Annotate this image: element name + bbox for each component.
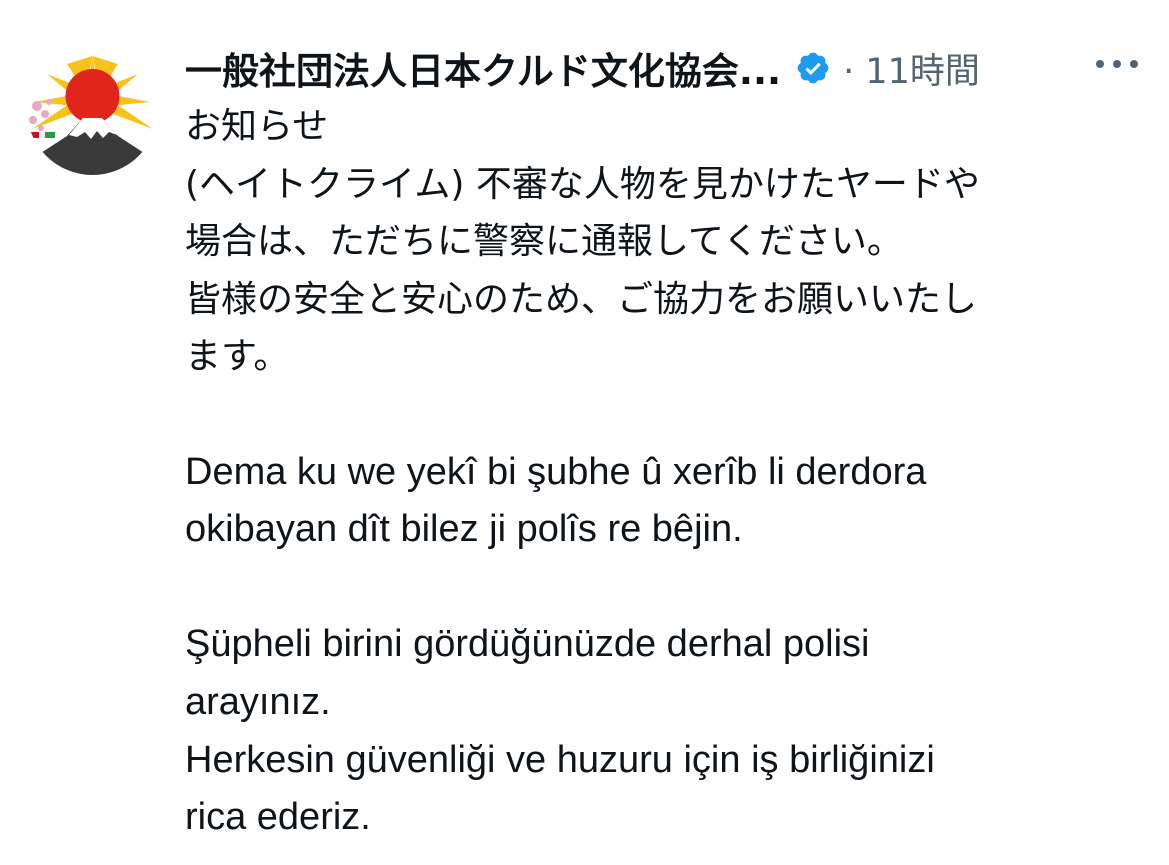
tweet-line: arayınız. bbox=[185, 680, 331, 723]
tweet-line: Herkesin güvenliği ve huzuru için iş bir… bbox=[185, 738, 935, 781]
tweet-line: Şüpheli birini gördüğünüzde derhal polis… bbox=[185, 623, 870, 666]
tweet-text: お知らせ (ヘイトクライム) 不審な人物を見かけたヤードや 場合は、ただちに警察… bbox=[185, 98, 1145, 847]
tweet-line: okibayan dît bilez ji polîs re bêjin. bbox=[185, 508, 743, 551]
author-avatar[interactable] bbox=[27, 44, 158, 175]
tweet-line: rica ederiz. bbox=[185, 796, 371, 839]
verified-badge-icon bbox=[795, 50, 831, 86]
tweet-header: 一般社団法人日本クルド文化協会... · 11時間 bbox=[185, 38, 1145, 98]
tweet-line: 皆様の安全と安心のため、ご協力をお願いいたし bbox=[185, 278, 978, 320]
tweet-line: (ヘイトクライム) 不審な人物を見かけたヤードや bbox=[185, 163, 980, 205]
mount-fuji-rising-sun-avatar bbox=[27, 44, 158, 175]
author-name[interactable]: 一般社団法人日本クルド文化協会... bbox=[185, 41, 781, 95]
tweet-line: Dema ku we yekî bi şubhe û xerîb li derd… bbox=[185, 450, 927, 493]
tweet-line: 場合は、ただちに警察に通報してください。 bbox=[185, 221, 903, 263]
tweet-line: お知らせ bbox=[185, 106, 329, 147]
more-options-icon[interactable] bbox=[1092, 52, 1142, 76]
post-timestamp[interactable]: · 11時間 bbox=[843, 43, 980, 94]
tweet-line: ます。 bbox=[185, 336, 290, 378]
